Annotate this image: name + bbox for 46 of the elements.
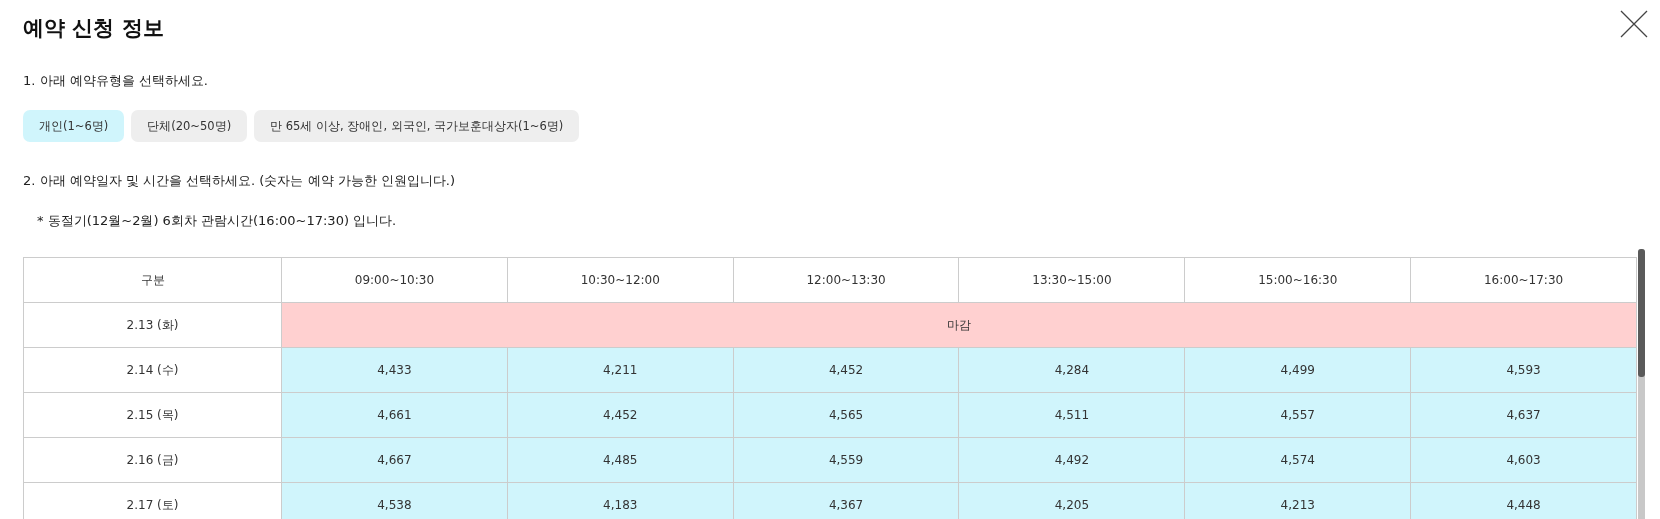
column-header: 16:00~17:30 [1411,258,1637,303]
column-header: 구분 [24,258,282,303]
availability-cell[interactable]: 4,661 [282,393,508,438]
date-cell: 2.13 (화) [24,303,282,348]
column-header: 13:30~15:00 [959,258,1186,303]
availability-cell[interactable]: 4,565 [733,393,960,438]
note-text: * 동절기(12월~2월) 6회차 관람시간(16:00~17:30) 입니다. [37,212,398,230]
scrollbar[interactable] [1638,249,1645,519]
reservation-type-button[interactable]: 만 65세 이상, 장애인, 외국인, 국가보훈대상자(1~6명) [254,110,580,142]
availability-cell[interactable]: 4,183 [507,483,734,519]
column-header: 15:00~16:30 [1185,258,1412,303]
availability-cell[interactable]: 4,433 [282,348,508,393]
availability-cell[interactable]: 4,511 [959,393,1186,438]
availability-cell[interactable]: 4,284 [959,348,1186,393]
availability-cell[interactable]: 4,499 [1185,348,1412,393]
availability-cell[interactable]: 4,574 [1185,438,1412,483]
closed-cell: 마감 [282,303,1637,348]
availability-cell[interactable]: 4,452 [733,348,960,393]
date-cell: 2.15 (목) [24,393,282,438]
availability-cell[interactable]: 4,603 [1411,438,1637,483]
instruction-text: 2. 아래 예약일자 및 시간을 선택하세요. (숫자는 예약 가능한 인원입니다.) [23,172,456,190]
dialog-title: 예약 신청 정보 [23,15,164,42]
date-cell: 2.16 (금) [24,438,282,483]
date-cell: 2.14 (수) [24,348,282,393]
availability-cell[interactable]: 4,367 [733,483,960,519]
availability-cell[interactable]: 4,211 [507,348,734,393]
availability-cell[interactable]: 4,593 [1411,348,1637,393]
availability-cell[interactable]: 4,492 [959,438,1186,483]
column-header: 09:00~10:30 [282,258,508,303]
close-button[interactable] [1618,8,1650,40]
availability-cell[interactable]: 4,667 [282,438,508,483]
reservation-type-button[interactable]: 개인(1~6명) [23,110,125,142]
close-icon [1618,8,1650,40]
availability-cell[interactable]: 4,637 [1411,393,1637,438]
availability-cell[interactable]: 4,559 [733,438,960,483]
availability-cell[interactable]: 4,538 [282,483,508,519]
column-header: 10:30~12:00 [507,258,734,303]
availability-cell[interactable]: 4,213 [1185,483,1412,519]
availability-cell[interactable]: 4,448 [1411,483,1637,519]
availability-cell[interactable]: 4,205 [959,483,1186,519]
availability-cell[interactable]: 4,485 [507,438,734,483]
instruction-text: 1. 아래 예약유형을 선택하세요. [23,72,209,90]
availability-cell[interactable]: 4,557 [1185,393,1412,438]
column-header: 12:00~13:30 [733,258,960,303]
reservation-type-button[interactable]: 단체(20~50명) [131,110,248,142]
availability-cell[interactable]: 4,452 [507,393,734,438]
